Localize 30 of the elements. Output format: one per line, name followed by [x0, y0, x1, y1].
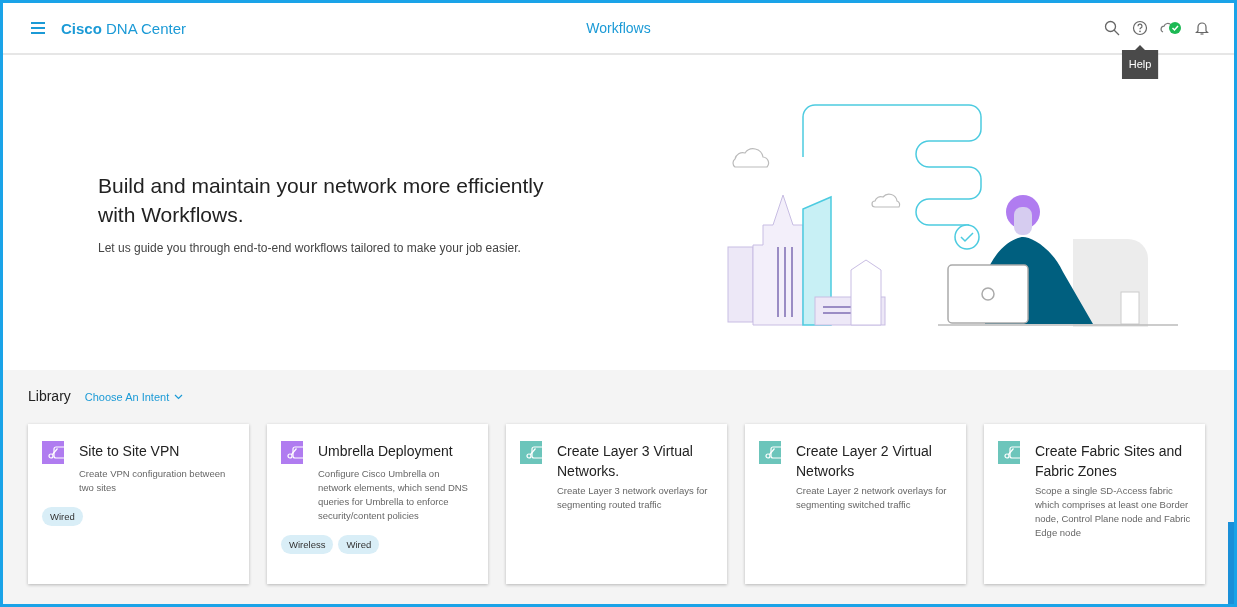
bell-icon[interactable]	[1194, 20, 1210, 36]
workflow-description: Create Layer 2 network overlays for segmenting switched traffic	[796, 484, 948, 512]
workflow-description: Configure Cisco Umbrella on network elements, which send DNS queries for Umbrella to enforce security/content policies	[318, 467, 469, 523]
chevron-down-icon	[174, 394, 184, 400]
scrollbar-thumb[interactable]	[1228, 522, 1234, 604]
workflow-description: Create VPN configuration between two sites	[79, 467, 227, 495]
workflow-card[interactable]: Site to Site VPN Create VPN configuration between two sites Wired	[28, 424, 249, 584]
hero-subtext: Let us guide you through end-to-end workflows tailored to make your job easier.	[98, 240, 522, 255]
tag: Wireless	[281, 535, 334, 554]
workflow-title: Create Layer 2 Virtual Networks	[796, 442, 933, 481]
tag: Wired	[42, 507, 83, 526]
tag: Wired	[338, 535, 380, 554]
cloud-status-icon[interactable]	[1160, 20, 1182, 36]
workflow-card[interactable]: Create Layer 2 Virtual Networks Create Layer 2 network overlays for segmenting switched traffic	[745, 424, 966, 584]
menu-icon[interactable]	[31, 22, 45, 34]
workflow-title: Site to Site VPN	[79, 442, 180, 461]
workflow-title: Umbrella Deployment	[318, 442, 453, 461]
workflow-title: Create Fabric Sites and Fabric Zones	[1035, 442, 1184, 481]
hero-headline: Build and maintain your network more efficiently with Workflows.	[98, 172, 545, 228]
help-tooltip: Help	[1121, 45, 1159, 79]
workflow-card[interactable]: Create Fabric Sites and Fabric Zones Scope a single SD-Access fabric which comprises at least one Border node, Control Plane node and Fabric Edge node	[984, 424, 1205, 584]
workflow-title: Create Layer 3 Virtual Networks.	[557, 442, 694, 481]
workflow-card[interactable]: Umbrella Deployment Configure Cisco Umbrella on network elements, which send DNS queries for Umbrella to enforce security/content policies Wireless Wired	[267, 424, 488, 584]
help-icon[interactable]	[1132, 20, 1148, 36]
workflow-description: Scope a single SD-Access fabric which comprises at least one Border node, Control Plane node and Fabric Edge node	[1035, 484, 1191, 540]
workflow-description: Create Layer 3 network overlays for segmenting routed traffic	[557, 484, 709, 512]
workflow-card[interactable]: Create Layer 3 Virtual Networks. Create Layer 3 network overlays for segmenting routed traffic	[506, 424, 727, 584]
library-heading: Library	[28, 388, 71, 404]
search-icon[interactable]	[1104, 20, 1120, 36]
page-title: Workflows	[586, 20, 651, 36]
